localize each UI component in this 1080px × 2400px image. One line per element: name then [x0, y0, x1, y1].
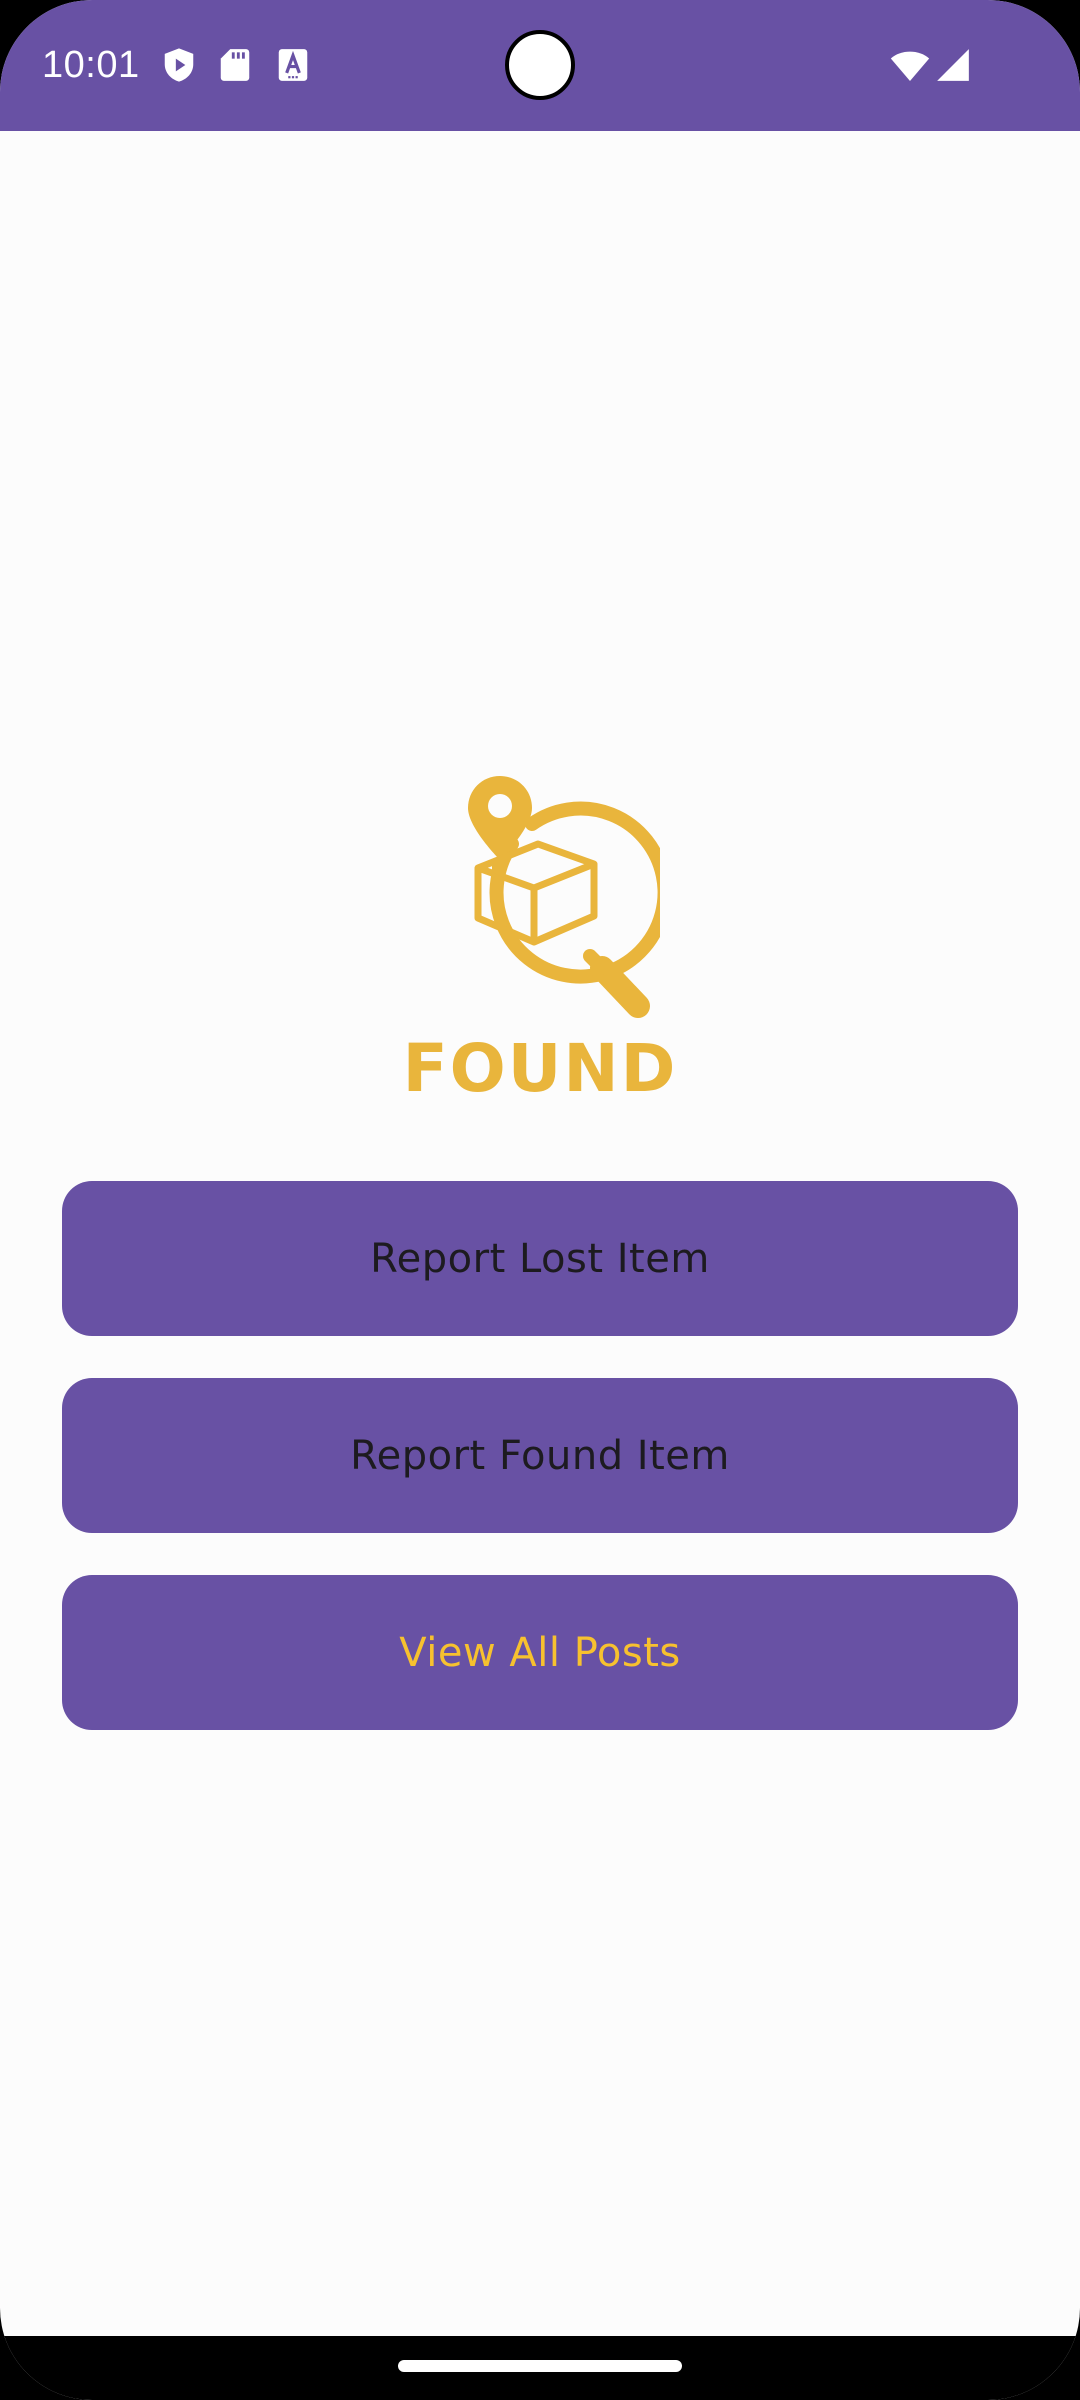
view-all-posts-button[interactable]: View All Posts [62, 1575, 1018, 1730]
home-gesture-handle[interactable] [398, 2360, 682, 2372]
report-found-item-button[interactable]: Report Found Item [62, 1378, 1018, 1533]
wifi-icon [890, 51, 930, 81]
status-time: 10:01 [42, 44, 140, 86]
app-logo: FOUND [0, 760, 1080, 1110]
cellular-signal-icon [937, 49, 969, 81]
app-screen: 10:01 FOUND Report Lost Item Report Foun… [0, 0, 1080, 2400]
map-pin-package-magnifier-icon [468, 776, 660, 1018]
sd-card-icon [220, 49, 250, 81]
navigation-bar [0, 2336, 1080, 2400]
app-logo-text: FOUND [402, 1030, 678, 1107]
play-protect-icon [164, 48, 194, 82]
font-a-icon [278, 49, 308, 81]
report-lost-item-button[interactable]: Report Lost Item [62, 1181, 1018, 1336]
status-bar: 10:01 [0, 0, 1080, 131]
camera-cutout [505, 30, 575, 100]
